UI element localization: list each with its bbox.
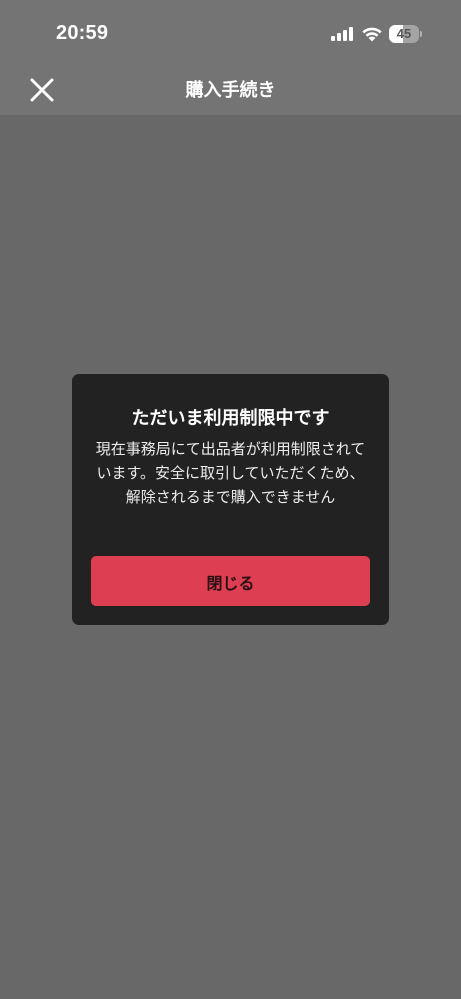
battery-cap [420, 31, 422, 37]
dialog-message: 現在事務局にて出品者が利用制限されています。安全に取引していただくため、解除され… [95, 440, 366, 506]
battery-level: 45 [396, 26, 412, 41]
dialog-title: ただいま利用制限中です [131, 408, 330, 429]
signal-icon [331, 27, 353, 41]
top-area: 20:59 45 購入手続き [0, 0, 461, 115]
dialog-close-button[interactable]: 閉じる [91, 556, 370, 606]
battery-icon: 45 [389, 25, 423, 43]
battery-body: 45 [389, 25, 419, 43]
nav-header: 購入手続き [0, 66, 461, 115]
status-bar: 20:59 45 [0, 0, 461, 66]
restriction-dialog: ただいま利用制限中です 現在事務局にて出品者が利用制限されています。安全に取引し… [72, 374, 389, 625]
dialog-close-label: 閉じる [206, 574, 255, 593]
status-time: 20:59 [56, 22, 109, 44]
page-title: 購入手続き [185, 80, 276, 101]
wifi-icon [362, 27, 382, 42]
